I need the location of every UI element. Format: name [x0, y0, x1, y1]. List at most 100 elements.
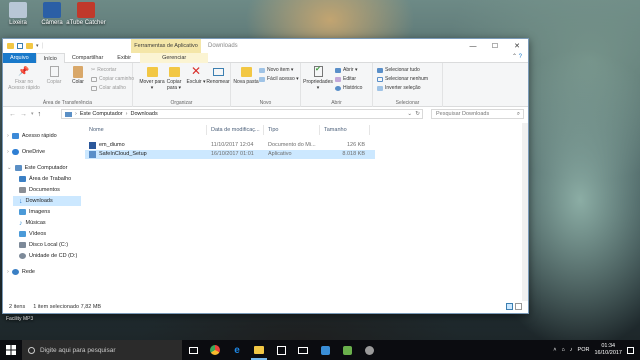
- forward-arrow-icon[interactable]: →: [20, 111, 27, 118]
- language-indicator[interactable]: POR: [578, 347, 590, 353]
- delete-icon: ✕: [190, 63, 202, 78]
- file-row[interactable]: SafeInCloud_Setup 16/10/2017 01:01 Aplic…: [85, 150, 375, 159]
- copy-button[interactable]: Copiar: [41, 65, 67, 86]
- nav-item-videos[interactable]: Vídeos: [13, 229, 81, 239]
- clock[interactable]: 01:34 16/10/2017: [594, 343, 622, 357]
- chrome-icon: [210, 345, 220, 355]
- nav-item-onedrive[interactable]: › OneDrive: [7, 147, 45, 157]
- file-explorer-button[interactable]: [248, 340, 270, 360]
- nav-item-music[interactable]: ♪ Músicas: [13, 218, 81, 228]
- select-all-button[interactable]: Selecionar tudo: [377, 67, 420, 73]
- status-bar: 2 itens 1 item selecionado 7,82 MB: [3, 301, 528, 313]
- desktop-icon-atube-catcher[interactable]: aTube Catcher: [66, 2, 106, 27]
- easy-access-button[interactable]: Fácil acesso ▾: [259, 76, 299, 82]
- chevron-up-icon[interactable]: ⌃: [512, 54, 517, 60]
- column-header-size[interactable]: Tamanho: [320, 125, 370, 135]
- nav-item-desktop[interactable]: Área de Trabalho: [13, 174, 81, 184]
- large-icons-view-icon[interactable]: [515, 303, 522, 310]
- tab-view[interactable]: Exibir: [110, 53, 138, 63]
- group-label-open: Abrir: [331, 100, 342, 106]
- taskbar-search-box[interactable]: Digite aqui para pesquisar: [22, 340, 182, 360]
- network-icon[interactable]: ⌂: [561, 347, 564, 353]
- refresh-icon[interactable]: ↻: [415, 111, 420, 117]
- nav-item-network[interactable]: › Rede: [7, 267, 35, 277]
- nav-item-downloads[interactable]: ↓ Downloads: [13, 196, 81, 206]
- taskbar: Digite aqui para pesquisar e ˄ ⌂ ♪ POR 0…: [0, 340, 640, 360]
- minimize-button[interactable]: —: [462, 39, 484, 53]
- new-folder-button[interactable]: Nova pasta: [233, 65, 259, 86]
- chrome-button[interactable]: [204, 340, 226, 360]
- tab-file[interactable]: Arquivo: [3, 52, 36, 63]
- details-view-icon[interactable]: [506, 303, 513, 310]
- new-item-icon: [259, 67, 265, 73]
- help-icon[interactable]: ?: [519, 54, 522, 60]
- mail-button[interactable]: [292, 340, 314, 360]
- paste-shortcut-button[interactable]: Colar atalho: [91, 85, 126, 91]
- select-none-button[interactable]: Selecionar nenhum: [377, 76, 428, 82]
- breadcrumb-this-pc[interactable]: Este Computador: [80, 111, 123, 117]
- pin-quick-access-button[interactable]: 📌 Fixar no Acesso rápido: [7, 65, 41, 91]
- nav-item-cd-drive[interactable]: Unidade de CD (D:): [13, 251, 83, 261]
- properties-button[interactable]: ✔ Propriedades ▾: [303, 65, 333, 91]
- file-row[interactable]: em_diumo 11/10/2017 12:04 Documento do M…: [85, 141, 375, 150]
- maximize-button[interactable]: ☐: [484, 39, 506, 53]
- recycle-bin-icon: [9, 2, 27, 18]
- cut-button[interactable]: ✂ Recortar: [91, 67, 116, 73]
- open-icon: [335, 67, 341, 73]
- nav-item-this-pc[interactable]: ⌄ Este Computador: [7, 163, 67, 173]
- tab-manage[interactable]: Gerenciar: [140, 52, 209, 63]
- edit-button[interactable]: Editar: [335, 76, 356, 82]
- nav-label: Rede: [21, 269, 35, 275]
- volume-icon[interactable]: ♪: [570, 347, 573, 353]
- nav-label: Vídeos: [29, 231, 47, 237]
- star-icon: [11, 133, 19, 139]
- nav-item-local-disk[interactable]: Disco Local (C:): [13, 240, 81, 250]
- up-arrow-icon[interactable]: ↑: [38, 111, 42, 118]
- column-header-date[interactable]: Data de modificaç...: [207, 125, 264, 135]
- separator: |: [41, 43, 44, 49]
- chevron-down-icon[interactable]: ▾: [31, 111, 34, 118]
- nav-label: Downloads: [25, 198, 53, 204]
- nav-item-documents[interactable]: Documentos: [13, 185, 81, 195]
- file-explorer-window[interactable]: ▾ | Ferramentas de Aplicativo Downloads …: [2, 38, 529, 314]
- paste-button[interactable]: Colar: [65, 65, 91, 86]
- chevron-up-icon[interactable]: ˄: [553, 347, 556, 353]
- tab-home[interactable]: Início: [35, 52, 65, 63]
- file-name: SafeInCloud_Setup: [99, 151, 147, 157]
- app-button-2[interactable]: [336, 340, 358, 360]
- column-header-name[interactable]: Nome: [85, 125, 207, 135]
- chevron-down-icon[interactable]: ⌄: [407, 111, 412, 117]
- vertical-scrollbar[interactable]: [522, 123, 528, 303]
- close-button[interactable]: ✕: [506, 39, 528, 53]
- store-button[interactable]: [270, 340, 292, 360]
- start-button[interactable]: [0, 340, 22, 360]
- task-view-button[interactable]: [182, 340, 204, 360]
- invert-selection-button[interactable]: Inverter seleção: [377, 85, 421, 91]
- ribbon-controls[interactable]: ⌃ ?: [512, 53, 522, 60]
- app-button-1[interactable]: [314, 340, 336, 360]
- address-bar[interactable]: › Este Computador › Downloads ⌄ ↻: [61, 109, 423, 119]
- app-icon: [364, 345, 374, 355]
- history-icon: [335, 85, 341, 91]
- breadcrumb-downloads[interactable]: Downloads: [131, 111, 158, 117]
- new-folder-icon[interactable]: [26, 43, 33, 49]
- nav-item-pictures[interactable]: Imagens: [13, 207, 81, 217]
- copy-path-button[interactable]: Copiar caminho: [91, 76, 134, 82]
- new-item-button[interactable]: Novo item ▾: [259, 67, 293, 73]
- notifications-icon[interactable]: [627, 346, 634, 354]
- open-button[interactable]: Abrir ▾: [335, 67, 357, 73]
- rename-button[interactable]: Renomear: [205, 65, 231, 86]
- properties-icon[interactable]: [17, 43, 23, 49]
- app-button-3[interactable]: [358, 340, 380, 360]
- nav-item-quick-access[interactable]: › Acesso rápido: [7, 131, 57, 141]
- group-label-select: Selecionar: [395, 100, 420, 106]
- back-arrow-icon[interactable]: ←: [9, 111, 16, 118]
- group-label-clipboard: Área de Transferência: [42, 100, 93, 106]
- chevron-down-icon[interactable]: ▾: [36, 43, 39, 49]
- title-bar[interactable]: ▾ | Ferramentas de Aplicativo Downloads …: [3, 39, 528, 53]
- column-header-type[interactable]: Tipo: [264, 125, 320, 135]
- history-button[interactable]: Histórico: [335, 85, 362, 91]
- edge-button[interactable]: e: [226, 340, 248, 360]
- tab-share[interactable]: Compartilhar: [65, 53, 110, 63]
- search-box[interactable]: Pesquisar Downloads ⌕: [431, 109, 524, 119]
